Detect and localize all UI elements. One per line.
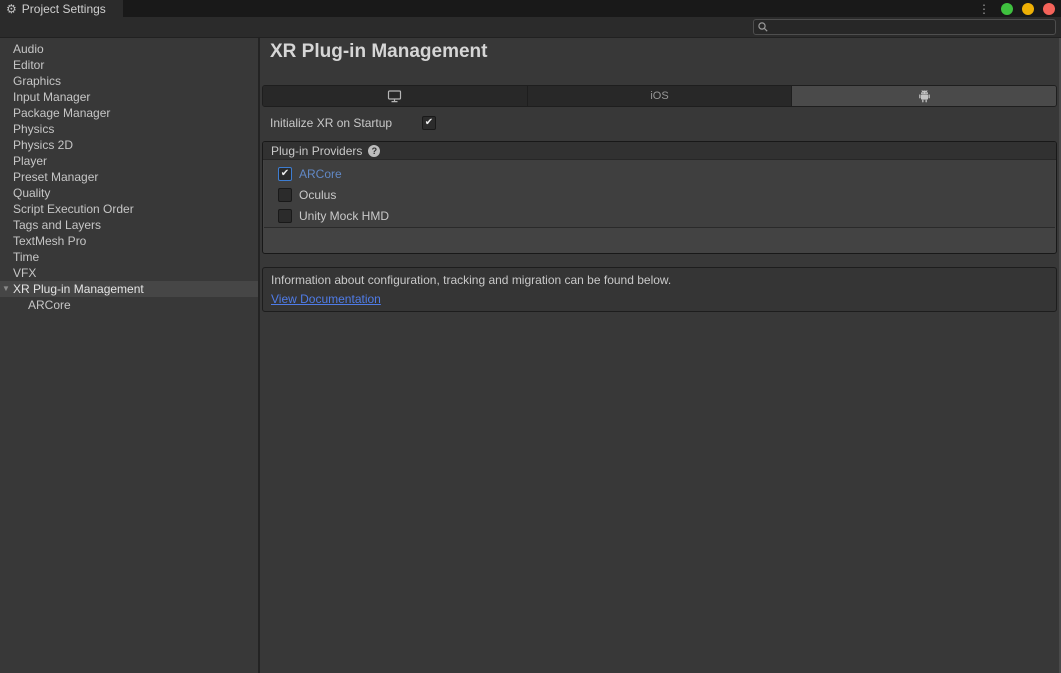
- initialize-xr-label: Initialize XR on Startup: [270, 116, 422, 130]
- plugin-providers-title: Plug-in Providers: [271, 144, 362, 158]
- xr-management-panel: XR Plug-in Management iOS: [260, 38, 1061, 673]
- plugin-providers-group: Plug-in Providers ? ✔ ARCore Oculus Unit…: [262, 141, 1057, 254]
- sidebar-item-input-manager[interactable]: Input Manager: [0, 89, 258, 105]
- tab-ios[interactable]: iOS: [528, 86, 793, 106]
- sidebar-item-physics[interactable]: Physics: [0, 121, 258, 137]
- check-icon: ✔: [281, 169, 289, 179]
- plugin-providers-header: Plug-in Providers ?: [263, 142, 1056, 160]
- window-button-red[interactable]: [1043, 3, 1055, 15]
- sidebar-item-vfx[interactable]: VFX: [0, 265, 258, 281]
- window-tab-title: Project Settings: [22, 2, 106, 16]
- window-controls: ⋮: [978, 0, 1055, 17]
- provider-row-unity-mock-hmd: Unity Mock HMD: [264, 205, 1055, 226]
- sidebar-item-script-execution-order[interactable]: Script Execution Order: [0, 201, 258, 217]
- sidebar-item-graphics[interactable]: Graphics: [0, 73, 258, 89]
- window-button-yellow[interactable]: [1022, 3, 1034, 15]
- kebab-menu-icon[interactable]: ⋮: [978, 3, 990, 15]
- sidebar-item-label: XR Plug-in Management: [13, 282, 144, 296]
- info-text: Information about configuration, trackin…: [271, 273, 1048, 287]
- arcore-checkbox[interactable]: ✔: [278, 167, 292, 181]
- window-button-green[interactable]: [1001, 3, 1013, 15]
- desktop-monitor-icon: [387, 90, 402, 103]
- tab-android[interactable]: [792, 86, 1056, 106]
- sidebar-item-xr-plugin-management[interactable]: ▼ XR Plug-in Management: [0, 281, 258, 297]
- sidebar-item-package-manager[interactable]: Package Manager: [0, 105, 258, 121]
- oculus-label: Oculus: [299, 188, 336, 202]
- initialize-xr-row: Initialize XR on Startup ✔: [270, 115, 436, 131]
- android-icon: [918, 89, 931, 103]
- sidebar-item-time[interactable]: Time: [0, 249, 258, 265]
- sidebar-item-textmesh-pro[interactable]: TextMesh Pro: [0, 233, 258, 249]
- sidebar-item-editor[interactable]: Editor: [0, 57, 258, 73]
- settings-toolbar: [0, 17, 1061, 38]
- ios-tab-label: iOS: [650, 90, 668, 102]
- sidebar-item-physics-2d[interactable]: Physics 2D: [0, 137, 258, 153]
- check-icon: ✔: [425, 118, 433, 128]
- search-box[interactable]: [753, 19, 1056, 35]
- search-icon: [757, 21, 769, 33]
- provider-list: ✔ ARCore Oculus Unity Mock HMD: [264, 160, 1055, 228]
- help-icon[interactable]: ?: [368, 145, 380, 157]
- arcore-label: ARCore: [299, 167, 342, 181]
- view-documentation-link[interactable]: View Documentation: [271, 292, 381, 306]
- foldout-expanded-icon[interactable]: ▼: [2, 281, 10, 297]
- settings-sidebar: Audio Editor Graphics Input Manager Pack…: [0, 38, 258, 673]
- content-area: Audio Editor Graphics Input Manager Pack…: [0, 38, 1061, 673]
- platform-tabstrip: iOS: [262, 85, 1057, 107]
- provider-row-oculus: Oculus: [264, 184, 1055, 205]
- sidebar-item-preset-manager[interactable]: Preset Manager: [0, 169, 258, 185]
- initialize-xr-checkbox[interactable]: ✔: [422, 116, 436, 130]
- project-settings-tab[interactable]: ⚙ Project Settings: [0, 0, 123, 17]
- provider-row-arcore: ✔ ARCore: [264, 163, 1055, 184]
- page-title: XR Plug-in Management: [270, 41, 487, 63]
- sidebar-item-audio[interactable]: Audio: [0, 41, 258, 57]
- window-titlebar: ⚙ Project Settings ⋮: [0, 0, 1061, 17]
- sidebar-item-tags-and-layers[interactable]: Tags and Layers: [0, 217, 258, 233]
- tab-desktop[interactable]: [263, 86, 528, 106]
- sidebar-item-arcore[interactable]: ARCore: [0, 297, 258, 313]
- unity-mock-hmd-label: Unity Mock HMD: [299, 209, 389, 223]
- info-box: Information about configuration, trackin…: [262, 267, 1057, 312]
- search-input[interactable]: [769, 20, 1055, 34]
- sidebar-item-player[interactable]: Player: [0, 153, 258, 169]
- unity-mock-hmd-checkbox[interactable]: [278, 209, 292, 223]
- gear-icon: ⚙: [6, 3, 17, 15]
- oculus-checkbox[interactable]: [278, 188, 292, 202]
- sidebar-item-quality[interactable]: Quality: [0, 185, 258, 201]
